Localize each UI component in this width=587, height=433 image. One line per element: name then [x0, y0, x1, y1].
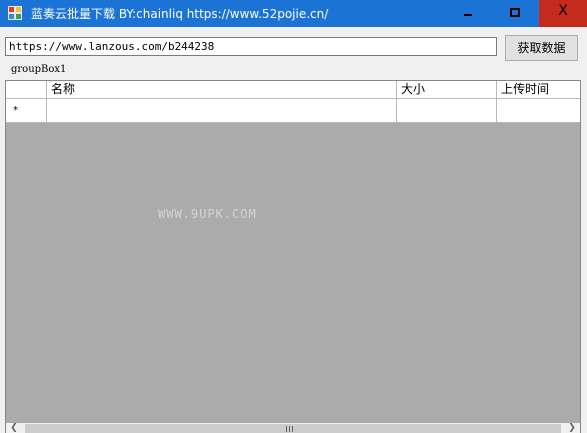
scroll-thumb[interactable] — [25, 424, 561, 433]
cell-size[interactable] — [397, 99, 497, 123]
window-title: 蓝奏云批量下载 BY:chainliq https://www.52pojie.… — [31, 7, 329, 21]
horizontal-scrollbar[interactable]: ❮ ❯ — [6, 423, 580, 433]
cell-upload-time[interactable] — [497, 99, 580, 123]
minimize-button[interactable] — [445, 0, 491, 27]
scroll-right-icon[interactable]: ❯ — [564, 423, 580, 433]
app-icon — [8, 6, 22, 20]
column-header-upload-time[interactable]: 上传时间 — [497, 81, 580, 99]
row-header-corner[interactable] — [6, 81, 47, 99]
groupbox-label: groupBox1 — [11, 64, 67, 75]
data-grid[interactable]: 名称 大小 上传时间 * — [5, 80, 581, 433]
close-button[interactable]: X — [539, 0, 587, 27]
fetch-data-button[interactable]: 获取数据 — [505, 35, 578, 61]
table-row[interactable]: * — [6, 99, 580, 123]
column-header-size[interactable]: 大小 — [397, 81, 497, 99]
close-icon: X — [558, 3, 568, 19]
minimize-icon — [464, 14, 472, 16]
maximize-icon — [510, 8, 520, 17]
grid-header-row: 名称 大小 上传时间 — [6, 81, 580, 99]
scroll-left-icon[interactable]: ❮ — [6, 423, 22, 433]
cell-name[interactable] — [47, 99, 397, 123]
watermark: WWW.9UPK.COM — [158, 207, 257, 221]
grip-icon — [286, 426, 294, 432]
title-bar: 蓝奏云批量下载 BY:chainliq https://www.52pojie.… — [0, 0, 587, 27]
column-header-name[interactable]: 名称 — [47, 81, 397, 99]
maximize-button[interactable] — [491, 0, 537, 27]
url-input[interactable]: https://www.lanzous.com/b244238 — [5, 37, 497, 56]
new-row-marker[interactable]: * — [6, 99, 47, 123]
